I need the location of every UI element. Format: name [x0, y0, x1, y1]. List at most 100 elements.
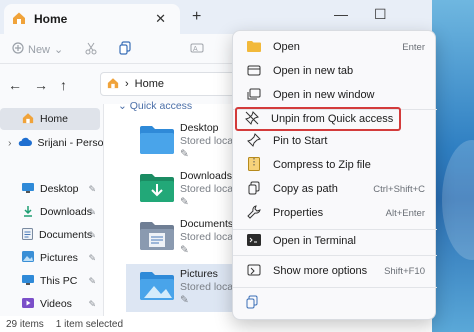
selection-count: 1 item selected	[55, 318, 124, 330]
menu-item-copy-as-path[interactable]: Copy as path Ctrl+Shift+C	[239, 177, 431, 201]
new-tab-button[interactable]: +	[192, 8, 201, 26]
minimize-button[interactable]: —	[334, 6, 348, 22]
maximize-button[interactable]: ☐	[374, 6, 387, 23]
sidebar-item-label: This PC	[40, 275, 78, 287]
address-chevron: ›	[125, 78, 129, 90]
sidebar-item-desktop[interactable]: Desktop ✎	[0, 178, 104, 200]
menu-item-label: Open	[273, 41, 300, 53]
home-icon	[22, 112, 34, 127]
file-tile-downloads[interactable]: Downloads Stored locally ✎	[126, 166, 246, 214]
menu-item-open-new-tab[interactable]: Open in new tab	[239, 59, 431, 83]
sidebar-item-documents[interactable]: Documents ✎	[0, 224, 104, 246]
sidebar-item-label: Srijani - Persona	[37, 137, 105, 149]
menu-item-label: Open in new window	[273, 89, 375, 101]
file-tile-desktop[interactable]: Desktop Stored locally ✎	[126, 118, 246, 166]
menu-item-label: Pin to Start	[273, 135, 328, 147]
chevron-right-icon: ›	[8, 137, 12, 149]
menu-item-properties[interactable]: Properties Alt+Enter	[239, 201, 431, 225]
sidebar-item-label: Documents	[39, 229, 93, 241]
pin-icon: ✎	[88, 275, 96, 286]
menu-item-unpin-quick-access[interactable]: Unpin from Quick access	[235, 107, 401, 131]
navigation-pane: Home › Srijani - Persona Desktop ✎ Downl…	[0, 104, 104, 316]
rename-icon[interactable]: A	[190, 41, 204, 58]
menu-item-label: Compress to Zip file	[273, 159, 371, 171]
pin-icon	[245, 132, 263, 150]
menu-item-label: Open in Terminal	[273, 235, 356, 247]
up-button[interactable]: ↑	[60, 77, 67, 93]
documents-folder-icon	[140, 220, 174, 250]
address-bar[interactable]: › Home	[100, 72, 240, 96]
sidebar-item-label: Pictures	[40, 252, 78, 264]
chevron-down-icon: ⌄	[118, 100, 130, 112]
menu-item-label: Show more options	[273, 265, 368, 277]
menu-item-shortcut: Ctrl+Shift+C	[373, 183, 425, 195]
sidebar-item-downloads[interactable]: Downloads ✎	[0, 201, 104, 223]
desktop-wallpaper	[432, 0, 474, 332]
documents-icon	[22, 227, 33, 243]
menu-item-pin-to-start[interactable]: Pin to Start	[239, 129, 431, 153]
forward-button[interactable]: →	[34, 77, 48, 93]
copy-icon[interactable]	[118, 41, 132, 58]
menu-copy-button[interactable]	[239, 291, 269, 315]
properties-icon	[245, 204, 263, 222]
quick-access-header[interactable]: ⌄ Quick access	[118, 100, 192, 112]
videos-icon	[22, 297, 34, 311]
menu-item-label: Open in new tab	[273, 65, 354, 77]
new-button[interactable]: New ⌄	[12, 42, 63, 57]
pin-icon: ✎	[88, 183, 96, 194]
menu-item-show-more-options[interactable]: Show more options Shift+F10	[239, 259, 431, 283]
item-count: 29 items	[6, 318, 44, 330]
pictures-icon	[22, 251, 34, 265]
menu-item-compress-zip[interactable]: Compress to Zip file	[239, 153, 431, 177]
sidebar-item-pictures[interactable]: Pictures ✎	[0, 247, 104, 269]
menu-item-shortcut: Shift+F10	[384, 265, 425, 277]
downloads-folder-icon	[140, 172, 174, 202]
copy-path-icon	[245, 181, 263, 198]
pictures-folder-icon	[140, 270, 174, 300]
sidebar-item-label: Downloads	[40, 206, 92, 218]
home-icon	[107, 77, 119, 92]
menu-item-label: Unpin from Quick access	[271, 113, 394, 125]
section-title: Quick access	[129, 100, 193, 112]
back-button[interactable]: ←	[8, 77, 22, 93]
sidebar-item-label: Home	[40, 113, 69, 125]
tab-title: Home	[34, 12, 68, 26]
sidebar-item-onedrive[interactable]: › Srijani - Persona	[0, 132, 104, 154]
unpin-icon	[243, 110, 261, 128]
desktop-icon	[22, 182, 34, 196]
close-tab-icon[interactable]: ✕	[155, 11, 166, 27]
sidebar-item-this-pc[interactable]: This PC ✎	[0, 270, 104, 292]
tab-home[interactable]: Home ✕	[4, 4, 180, 34]
menu-item-open-new-window[interactable]: Open in new window	[239, 83, 431, 107]
cut-icon[interactable]	[84, 41, 98, 58]
zip-icon	[245, 156, 263, 174]
sidebar-item-home[interactable]: Home	[0, 108, 100, 130]
context-menu: Open Enter Open in new tab Open in new w…	[232, 30, 437, 320]
new-label: New	[28, 43, 51, 56]
desktop-folder-icon	[140, 124, 174, 154]
downloads-icon	[22, 205, 34, 220]
svg-text:A: A	[193, 46, 198, 53]
menu-item-label: Properties	[273, 207, 324, 219]
pin-icon: ✎	[88, 229, 96, 240]
sidebar-item-label: Desktop	[40, 183, 79, 195]
sidebar-item-videos[interactable]: Videos ✎	[0, 293, 104, 315]
title-bar: Home ✕ + — ☐	[0, 0, 432, 34]
menu-item-open-terminal[interactable]: Open in Terminal	[239, 229, 431, 253]
more-options-icon	[245, 264, 263, 279]
menu-item-label: Copy as path	[273, 183, 338, 195]
cloud-icon	[18, 137, 32, 150]
pin-icon: ✎	[88, 298, 96, 309]
sidebar-item-label: Videos	[40, 298, 72, 310]
chevron-down-icon: ⌄	[54, 44, 64, 56]
menu-item-open[interactable]: Open Enter	[239, 35, 431, 59]
terminal-icon	[245, 233, 263, 249]
menu-item-shortcut: Enter	[402, 41, 425, 53]
address-location: Home	[134, 78, 165, 90]
new-window-icon	[245, 88, 263, 103]
file-tile-documents[interactable]: Documents Stored locally ✎	[126, 214, 246, 262]
plus-circle-icon	[12, 42, 24, 57]
copy-icon	[245, 295, 259, 312]
folder-icon	[245, 40, 263, 55]
pc-icon	[22, 274, 34, 288]
